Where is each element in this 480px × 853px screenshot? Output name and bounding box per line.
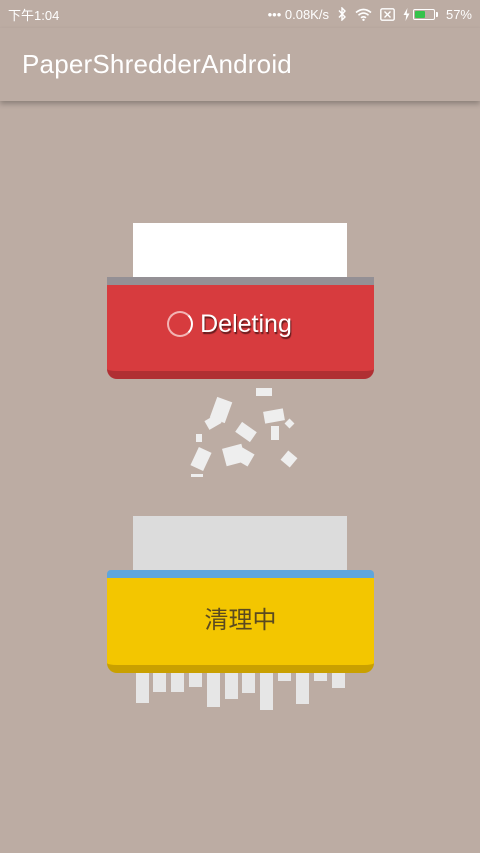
paper-strip — [225, 673, 238, 699]
paper-strip — [207, 673, 220, 707]
battery-icon — [412, 8, 435, 20]
yellow-shredder[interactable]: 清理中 — [107, 570, 374, 673]
status-icons: ••• 0.08K/s 57% — [268, 7, 472, 22]
paper-strip — [136, 673, 149, 703]
paper-scrap — [190, 446, 212, 472]
paper-strip — [296, 673, 309, 704]
shredder-slot — [107, 277, 374, 285]
yellow-shredder-body: 清理中 — [107, 578, 374, 673]
paper-scrap — [284, 418, 295, 429]
deleting-label: Deleting — [200, 309, 292, 338]
paper-strip — [242, 673, 255, 693]
app-bar: PaperShredderAndroid — [0, 28, 480, 101]
paper-strip — [171, 673, 184, 692]
paper-strip — [314, 673, 327, 681]
paper-sheet — [133, 516, 347, 572]
battery-percent: 57% — [445, 6, 472, 22]
battery-fill — [414, 10, 426, 18]
paper-strip — [189, 673, 202, 687]
shredder-slot — [107, 570, 374, 578]
wifi-icon — [355, 8, 372, 21]
paper-sheet — [133, 223, 347, 279]
battery-indicator — [403, 7, 438, 21]
app-title: PaperShredderAndroid — [22, 49, 292, 79]
paper-scrap — [263, 408, 285, 424]
paper-scrap — [235, 421, 257, 443]
red-shredder[interactable]: Deleting — [107, 277, 374, 379]
loading-spinner-icon — [167, 311, 194, 337]
paper-scrap — [191, 474, 203, 477]
paper-strip — [260, 673, 273, 710]
paper-scrap — [196, 434, 202, 442]
paper-strip — [278, 673, 291, 681]
paper-scrap — [256, 388, 272, 396]
paper-scrap — [280, 450, 298, 468]
paper-strip — [332, 673, 345, 688]
status-bar: 下午1:04 ••• 0.08K/s 57% — [0, 0, 480, 28]
paper-strip — [153, 673, 166, 692]
sim-icon — [380, 7, 395, 21]
red-shredder-body: Deleting — [107, 285, 374, 379]
paper-scrap — [271, 426, 279, 440]
status-time: 下午1:04 — [8, 7, 60, 23]
cleaning-label: 清理中 — [204, 606, 277, 634]
charging-icon — [403, 7, 410, 21]
network-speed: ••• 0.08K/s — [267, 6, 329, 22]
bluetooth-icon — [337, 7, 347, 21]
